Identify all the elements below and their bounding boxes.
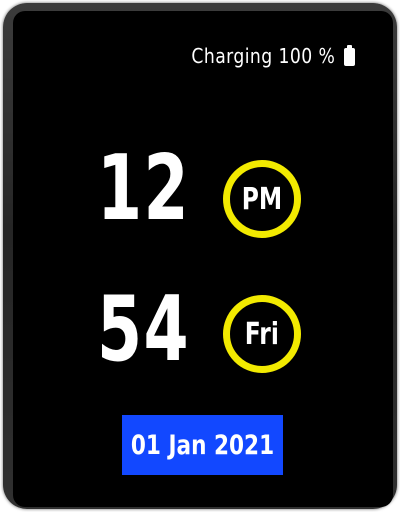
battery-full-icon: [344, 45, 355, 66]
date-label: 01 Jan 2021: [130, 429, 275, 461]
ampm-ring: PM: [223, 160, 301, 238]
weekday-ring: Fri: [223, 295, 301, 373]
status-bar: Charging 100 %: [168, 44, 355, 68]
ampm-label: PM: [241, 181, 283, 217]
hour-display: 12: [97, 136, 191, 241]
minute-display: 54: [97, 277, 191, 382]
watch-screen: Charging 100 % 12 PM 54 Fri 01 Jan 2021: [13, 11, 393, 507]
weekday-label: Fri: [244, 316, 280, 352]
device-bezel: Charging 100 % 12 PM 54 Fri 01 Jan 2021: [3, 3, 397, 509]
charging-status-text: Charging 100 %: [191, 44, 335, 68]
date-badge: 01 Jan 2021: [122, 415, 283, 475]
